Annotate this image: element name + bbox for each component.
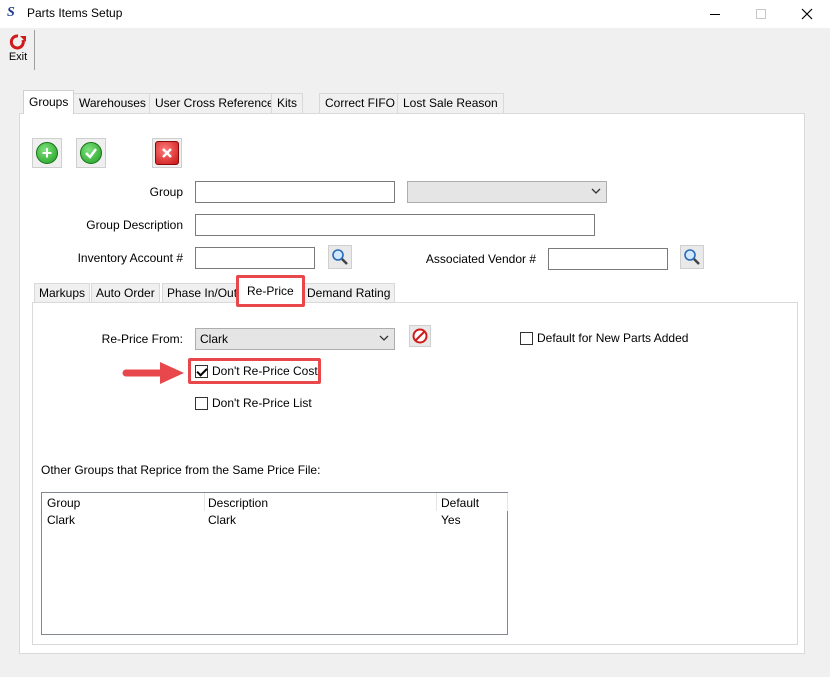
column-divider xyxy=(204,493,205,511)
toolbar xyxy=(0,28,830,74)
tab-groups[interactable]: Groups xyxy=(23,90,75,114)
column-header-group[interactable]: Group xyxy=(47,496,80,510)
close-icon xyxy=(801,8,813,20)
tab-correct-fifo[interactable]: Correct FIFO xyxy=(319,93,402,113)
inventory-account-search-button[interactable] xyxy=(328,245,352,269)
dont-reprice-list-checkbox[interactable]: Don't Re-Price List xyxy=(195,396,312,410)
inventory-account-label: Inventory Account # xyxy=(77,251,183,265)
group-description-label: Group Description xyxy=(86,218,183,232)
tab-warehouses[interactable]: Warehouses xyxy=(73,93,152,113)
annotation-arrow-icon xyxy=(122,362,184,384)
save-button[interactable] xyxy=(76,138,106,168)
column-header-description[interactable]: Description xyxy=(208,496,268,510)
maximize-icon xyxy=(756,9,766,19)
dont-reprice-list-label: Don't Re-Price List xyxy=(212,396,312,410)
exit-label: Exit xyxy=(8,51,28,63)
app-logo-icon: S xyxy=(7,5,15,20)
tab-markups[interactable]: Markups xyxy=(34,283,91,302)
chevron-down-icon xyxy=(591,188,601,194)
table-row-group[interactable]: Clark xyxy=(47,513,75,527)
minimize-icon xyxy=(710,13,720,15)
group-description-input[interactable] xyxy=(195,214,595,236)
tab-lost-sale-reason[interactable]: Lost Sale Reason xyxy=(397,93,504,113)
exit-button[interactable]: Exit xyxy=(4,31,32,71)
clear-re-price-button[interactable] xyxy=(409,325,431,347)
maximize-button xyxy=(738,0,784,28)
window-title: Parts Items Setup xyxy=(27,6,123,20)
close-window-button[interactable] xyxy=(784,0,830,28)
tab-phase-in-out[interactable]: Phase In/Out xyxy=(162,283,243,302)
search-icon xyxy=(332,249,348,265)
prohibited-icon xyxy=(412,328,428,344)
associated-vendor-search-button[interactable] xyxy=(680,245,704,269)
re-price-from-value: Clark xyxy=(200,332,229,346)
tab-kits[interactable]: Kits xyxy=(271,93,304,113)
check-circle-icon xyxy=(80,142,102,164)
associated-vendor-label: Associated Vendor # xyxy=(425,252,536,266)
re-price-from-select[interactable]: Clark xyxy=(195,328,395,350)
minimize-button[interactable] xyxy=(692,0,738,28)
tab-demand-rating[interactable]: Demand Rating xyxy=(302,283,396,302)
chevron-down-icon xyxy=(379,335,389,341)
column-header-default[interactable]: Default xyxy=(441,496,479,510)
dont-reprice-cost-checkbox[interactable]: Don't Re-Price Cost xyxy=(195,364,318,378)
column-divider xyxy=(507,493,508,511)
add-button[interactable]: + xyxy=(32,138,62,168)
red-x-icon xyxy=(155,141,179,165)
default-new-parts-checkbox[interactable]: Default for New Parts Added xyxy=(520,331,688,345)
tab-auto-order[interactable]: Auto Order xyxy=(91,283,160,302)
delete-button[interactable] xyxy=(152,138,182,168)
column-divider xyxy=(436,493,437,511)
checkbox-box xyxy=(520,331,533,345)
toolbar-separator xyxy=(34,30,35,70)
table-row-description[interactable]: Clark xyxy=(208,513,236,527)
search-icon xyxy=(684,249,700,265)
other-groups-label: Other Groups that Reprice from the Same … xyxy=(41,463,321,477)
associated-vendor-input[interactable] xyxy=(548,248,668,270)
exit-icon xyxy=(9,34,26,50)
checkbox-box xyxy=(195,364,208,378)
plus-circle-icon: + xyxy=(36,142,58,164)
other-groups-list[interactable]: Group Description Default Clark Clark Ye… xyxy=(41,492,508,635)
re-price-from-label: Re-Price From: xyxy=(101,332,183,346)
default-new-parts-label: Default for New Parts Added xyxy=(537,331,689,345)
dont-reprice-cost-label: Don't Re-Price Cost xyxy=(212,364,318,378)
group-input[interactable] xyxy=(195,181,395,203)
table-row-default[interactable]: Yes xyxy=(441,513,461,527)
group-label: Group xyxy=(149,185,183,199)
tab-re-price[interactable]: Re-Price xyxy=(236,275,305,307)
inventory-account-input[interactable] xyxy=(195,247,315,269)
group-combo[interactable] xyxy=(407,181,607,203)
tab-user-cross-reference[interactable]: User Cross Reference xyxy=(149,93,280,113)
checkbox-box xyxy=(195,396,208,410)
